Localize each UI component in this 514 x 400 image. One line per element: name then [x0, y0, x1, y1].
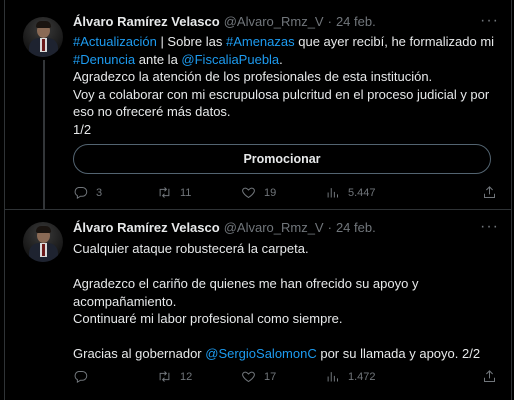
retweet-button[interactable]: 12 [157, 369, 241, 384]
mention-link[interactable]: @FiscaliaPuebla [181, 52, 279, 67]
tweet-date[interactable]: 24 feb. [336, 220, 376, 235]
tweet-line: Cualquier ataque robustecerá la carpeta. [73, 241, 309, 256]
hashtag-link[interactable]: #Denuncia [73, 52, 135, 67]
text-span: . [279, 51, 283, 67]
separator-dot: · [327, 14, 332, 29]
mention-link[interactable]: @SergioSalomonC [205, 346, 316, 361]
tweet-line: acompañamiento. [73, 293, 177, 309]
tweet-1[interactable]: Álvaro Ramírez Velasco @Alvaro_Rmz_V · 2… [5, 0, 511, 209]
retweet-count: 12 [180, 370, 193, 383]
avatar[interactable] [23, 222, 63, 262]
heart-icon [242, 371, 255, 383]
like-count: 19 [264, 186, 277, 199]
hashtag-link[interactable]: #Amenazas [226, 34, 295, 49]
tweet-line: #Actualización | Sobre las #Amenazas que… [73, 33, 497, 51]
more-options-icon[interactable]: ··· [480, 218, 499, 236]
timeline: Álvaro Ramírez Velasco @Alvaro_Rmz_V · 2… [4, 0, 512, 400]
views-icon [327, 188, 338, 198]
retweet-icon [159, 187, 170, 198]
tweet-actions: 3 11 19 5.447 [73, 185, 497, 200]
tweet-header: Álvaro Ramírez Velasco @Alvaro_Rmz_V · 2… [73, 218, 499, 236]
tweet-line: #Denuncia ante la @FiscaliaPuebla. [73, 51, 497, 69]
tweet-2[interactable]: Álvaro Ramírez Velasco @Alvaro_Rmz_V · 2… [5, 209, 511, 400]
like-count: 17 [264, 370, 277, 383]
tweet-text: Cualquier ataque robustecerá la carpeta.… [73, 240, 497, 363]
avatar[interactable] [23, 17, 63, 57]
author-handle[interactable]: @Alvaro_Rmz_V [224, 220, 324, 235]
separator-dot: · [327, 220, 332, 235]
tweet-line: Continuaré mi labor profesional como sie… [73, 311, 343, 326]
retweet-button[interactable]: 11 [157, 185, 241, 200]
reply-icon [74, 371, 88, 384]
text-span: Gracias al gobernador [73, 346, 206, 361]
like-button[interactable]: 17 [241, 369, 325, 384]
tweet-header: Álvaro Ramírez Velasco @Alvaro_Rmz_V · 2… [73, 12, 499, 30]
heart-icon [242, 187, 255, 199]
text-span: que ayer recibí, he formalizado mi [294, 34, 495, 49]
views-count: 5.447 [348, 186, 376, 199]
tweet-line: Voy a colaborar con mi escrupulosa pulcr… [73, 86, 490, 102]
share-icon [484, 370, 495, 382]
author-name[interactable]: Álvaro Ramírez Velasco [73, 220, 220, 235]
share-icon [484, 186, 495, 198]
like-button[interactable]: 19 [241, 185, 325, 200]
retweet-icon [159, 371, 170, 382]
author-handle[interactable]: @Alvaro_Rmz_V [224, 14, 324, 29]
promote-button[interactable]: Promocionar [73, 144, 491, 174]
retweet-count: 11 [180, 186, 192, 199]
tweet-date[interactable]: 24 feb. [336, 14, 376, 29]
tweet-text: #Actualización | Sobre las #Amenazas que… [73, 33, 497, 138]
reply-count: 3 [96, 186, 103, 199]
tweet-line: Agradezco la atención de los profesional… [73, 69, 433, 84]
text-span: ante la [135, 51, 182, 67]
tweet-line: Gracias al gobernador @SergioSalomonC po… [73, 345, 497, 363]
thread-line [43, 60, 45, 209]
tweet-actions: 12 17 1.472 [73, 369, 497, 384]
share-button[interactable] [482, 185, 497, 200]
tweet-line: 1/2 [73, 121, 92, 137]
reply-icon [74, 187, 88, 200]
text-span: por su llamada y apoyo. 2/2 [316, 346, 481, 361]
share-button[interactable] [482, 369, 497, 384]
views-count: 1.472 [348, 370, 376, 383]
author-name[interactable]: Álvaro Ramírez Velasco [73, 14, 220, 29]
more-options-icon[interactable]: ··· [480, 12, 499, 30]
views-button[interactable]: 1.472 [325, 369, 425, 384]
tweet-line: Agradezco el cariño de quienes me han of… [73, 276, 419, 291]
views-icon [327, 372, 338, 382]
reply-button[interactable] [73, 369, 157, 384]
text-span: | Sobre las [156, 34, 226, 49]
views-button[interactable]: 5.447 [325, 185, 425, 200]
hashtag-link[interactable]: #Actualización [73, 34, 157, 49]
tweet-line: eso no ofreceré más datos. [73, 104, 231, 119]
reply-button[interactable]: 3 [73, 185, 157, 200]
